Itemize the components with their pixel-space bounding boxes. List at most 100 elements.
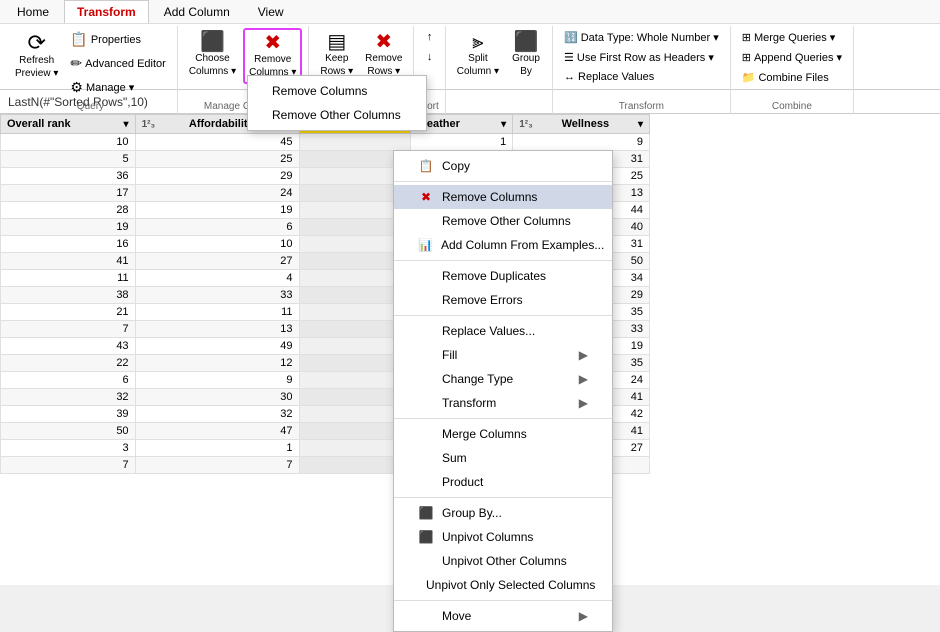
cm-add-col-icon: 📊 — [418, 238, 433, 252]
affordability-label: Affordability — [189, 118, 254, 130]
tab-add-column[interactable]: Add Column — [151, 0, 243, 23]
sort-descending-button[interactable]: ↓ — [422, 48, 438, 66]
keep-rows-button[interactable]: ▤ KeepRows ▾ — [315, 28, 358, 82]
append-icon: ⊞ — [742, 51, 751, 64]
table-cell: 11 — [1, 270, 136, 287]
cm-move-arrow: ▶ — [579, 609, 588, 623]
weather-dropdown[interactable]: ▾ — [501, 119, 506, 130]
advanced-editor-label: Advanced Editor — [85, 58, 166, 70]
query-group-items: ⟳ RefreshPreview ▾ 📋 Properties ✏ Advanc… — [10, 28, 171, 99]
table-cell: 32 — [135, 406, 299, 423]
use-first-row-label: Use First Row as Headers ▾ — [577, 51, 714, 64]
cm-remove-errors[interactable]: Remove Errors — [394, 288, 612, 312]
cm-copy[interactable]: 📋 Copy — [394, 154, 612, 178]
table-cell: 45 — [135, 134, 299, 151]
replace-values-button[interactable]: ↔ Replace Values — [559, 68, 724, 86]
table-cell: 5 — [1, 151, 136, 168]
cm-merge-columns-label: Merge Columns — [442, 427, 527, 441]
combine-files-button[interactable]: 📁 Combine Files — [737, 68, 847, 87]
merge-queries-button[interactable]: ⊞ Merge Queries ▾ — [737, 28, 847, 47]
transform-vgroup: 🔢 Data Type: Whole Number ▾ ☰ Use First … — [559, 28, 724, 86]
choose-columns-button[interactable]: ⬛ ChooseColumns ▾ — [184, 28, 241, 82]
col-rank-dropdown[interactable]: ▾ — [124, 119, 129, 130]
advanced-editor-icon: ✏ — [70, 55, 82, 72]
split-column-button[interactable]: ⫸ SplitColumn ▾ — [452, 28, 504, 82]
append-queries-button[interactable]: ⊞ Append Queries ▾ — [737, 48, 847, 67]
table-cell: 11 — [135, 304, 299, 321]
cm-remove-icon: ✖ — [418, 190, 434, 204]
cm-transform[interactable]: Transform ▶ — [394, 391, 612, 415]
sort-asc-icon: ↑ — [427, 31, 433, 43]
query-small-buttons: 📋 Properties ✏ Advanced Editor ⚙ Manage … — [65, 28, 170, 99]
group-by-label: GroupBy — [512, 52, 540, 78]
tab-view[interactable]: View — [245, 0, 297, 23]
properties-button[interactable]: 📋 Properties — [65, 28, 170, 51]
data-type-label: Data Type: Whole Number ▾ — [581, 31, 719, 44]
cm-unpivot-other-columns[interactable]: Unpivot Other Columns — [394, 549, 612, 573]
refresh-preview-label: RefreshPreview ▾ — [15, 54, 58, 80]
table-cell: 36 — [1, 168, 136, 185]
table-cell: 6 — [135, 219, 299, 236]
refresh-icon: ⟳ — [27, 32, 45, 54]
cm-change-type-label: Change Type — [442, 372, 513, 386]
cm-move[interactable]: Move ▶ — [394, 604, 612, 628]
cm-unpivot-columns[interactable]: ⬛ Unpivot Columns — [394, 525, 612, 549]
tab-home[interactable]: Home — [4, 0, 62, 23]
table-cell: 13 — [135, 321, 299, 338]
sort-ascending-button[interactable]: ↑ — [422, 28, 438, 46]
table-cell: 1 — [135, 440, 299, 457]
use-first-row-button[interactable]: ☰ Use First Row as Headers ▾ — [559, 48, 724, 67]
cm-change-type[interactable]: Change Type ▶ — [394, 367, 612, 391]
cm-unpivot-other-label: Unpivot Other Columns — [442, 554, 567, 568]
cm-add-column-examples[interactable]: 📊 Add Column From Examples... — [394, 233, 612, 257]
cm-remove-other-columns[interactable]: Remove Other Columns — [394, 209, 612, 233]
table-cell: 27 — [135, 253, 299, 270]
cm-remove-columns[interactable]: ✖ Remove Columns — [394, 185, 612, 209]
table-cell: 39 — [1, 406, 136, 423]
cm-merge-columns[interactable]: Merge Columns — [394, 422, 612, 446]
table-cell: 19 — [1, 219, 136, 236]
cm-group-by[interactable]: ⬛ Group By... — [394, 501, 612, 525]
table-cell: 33 — [135, 287, 299, 304]
cm-transform-label: Transform — [442, 396, 496, 410]
wellness-dropdown[interactable]: ▾ — [638, 119, 643, 130]
query-group-label: Query — [77, 99, 104, 112]
table-cell: 21 — [1, 304, 136, 321]
table-cell: 22 — [1, 355, 136, 372]
cm-unpivot-icon: ⬛ — [418, 530, 434, 544]
cm-fill-arrow: ▶ — [579, 348, 588, 362]
context-menu: 📋 Copy ✖ Remove Columns Remove Other Col… — [393, 150, 613, 632]
tab-transform[interactable]: Transform — [64, 0, 149, 23]
table-cell: 50 — [1, 423, 136, 440]
cm-sep-4 — [394, 418, 612, 419]
cm-unpivot-selected[interactable]: Unpivot Only Selected Columns — [394, 573, 612, 597]
remove-rows-button[interactable]: ✖ RemoveRows ▾ — [360, 28, 407, 82]
split-items: ⫸ SplitColumn ▾ ⬛ GroupBy — [452, 28, 546, 112]
combine-files-label: Combine Files — [758, 72, 828, 84]
remove-other-columns-dropdown-item[interactable]: Remove Other Columns — [248, 103, 426, 127]
table-cell: 19 — [135, 202, 299, 219]
cm-product[interactable]: Product — [394, 470, 612, 494]
table-cell: 10 — [1, 134, 136, 151]
refresh-preview-button[interactable]: ⟳ RefreshPreview ▾ — [10, 28, 63, 84]
replace-values-label: Replace Values — [578, 71, 654, 83]
cm-fill[interactable]: Fill ▶ — [394, 343, 612, 367]
append-queries-label: Append Queries ▾ — [754, 51, 842, 64]
group-by-button[interactable]: ⬛ GroupBy — [506, 28, 546, 82]
cm-replace-values[interactable]: Replace Values... — [394, 319, 612, 343]
advanced-editor-button[interactable]: ✏ Advanced Editor — [65, 52, 170, 75]
table-cell: 7 — [135, 457, 299, 474]
cm-unpivot-selected-label: Unpivot Only Selected Columns — [426, 578, 595, 592]
col-header-overall-rank[interactable]: Overall rank ▾ — [1, 115, 136, 134]
cm-remove-duplicates[interactable]: Remove Duplicates — [394, 264, 612, 288]
table-cell: 24 — [135, 185, 299, 202]
remove-columns-dropdown-item[interactable]: Remove Columns — [248, 79, 426, 103]
cm-add-column-examples-label: Add Column From Examples... — [441, 238, 604, 252]
col-header-wellness[interactable]: 1²₃ Wellness ▾ — [513, 115, 650, 134]
wellness-label: Wellness — [562, 118, 610, 130]
manage-button[interactable]: ⚙ Manage ▾ — [65, 76, 170, 99]
cm-sum[interactable]: Sum — [394, 446, 612, 470]
data-type-button[interactable]: 🔢 Data Type: Whole Number ▾ — [559, 28, 724, 47]
ribbon-content-area: ⟳ RefreshPreview ▾ 📋 Properties ✏ Advanc… — [0, 24, 940, 116]
cm-group-icon: ⬛ — [418, 506, 434, 520]
